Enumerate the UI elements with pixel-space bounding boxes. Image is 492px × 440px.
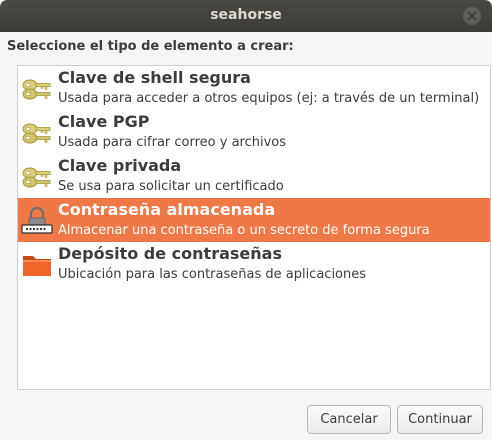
item-description: Usada para acceder a otros equipos (ej: … <box>58 91 480 106</box>
key-icon <box>22 79 51 100</box>
list-item-password-keyring[interactable]: Depósito de contraseñas Ubicación para l… <box>18 242 490 286</box>
item-name: Contraseña almacenada <box>58 200 276 219</box>
dialog-window: seahorse Seleccione el tipo de elemento … <box>0 0 492 440</box>
key-icon <box>22 123 51 144</box>
titlebar[interactable]: seahorse <box>0 0 492 32</box>
item-description: Se usa para solicitar un certificado <box>58 179 284 194</box>
list-item-private-key[interactable]: Clave privada Se usa para solicitar un c… <box>18 154 490 198</box>
window-title: seahorse <box>210 7 282 23</box>
prompt-label: Seleccione el tipo de elemento a crear: <box>7 39 294 54</box>
item-type-list[interactable]: Clave de shell segura Usada para acceder… <box>17 65 491 390</box>
item-name: Clave de shell segura <box>58 68 251 87</box>
close-icon <box>467 11 477 21</box>
item-name: Clave PGP <box>58 112 150 131</box>
item-description: Ubicación para las contraseñas de aplica… <box>58 267 367 282</box>
key-icon <box>22 167 51 188</box>
password-lock-icon <box>21 206 53 234</box>
item-description: Almacenar una contraseña o un secreto de… <box>58 223 430 238</box>
folder-icon <box>23 256 51 276</box>
list-item-ssh-key[interactable]: Clave de shell segura Usada para acceder… <box>18 66 490 110</box>
item-name: Depósito de contraseñas <box>58 244 282 263</box>
continue-button[interactable]: Continuar <box>397 405 483 434</box>
list-item-stored-password[interactable]: Contraseña almacenada Almacenar una cont… <box>18 198 490 242</box>
cancel-button[interactable]: Cancelar <box>307 405 391 434</box>
item-description: Usada para cifrar correo y archivos <box>58 135 287 150</box>
item-name: Clave privada <box>58 156 182 175</box>
close-button[interactable] <box>463 7 481 25</box>
list-item-pgp-key[interactable]: Clave PGP Usada para cifrar correo y arc… <box>18 110 490 154</box>
